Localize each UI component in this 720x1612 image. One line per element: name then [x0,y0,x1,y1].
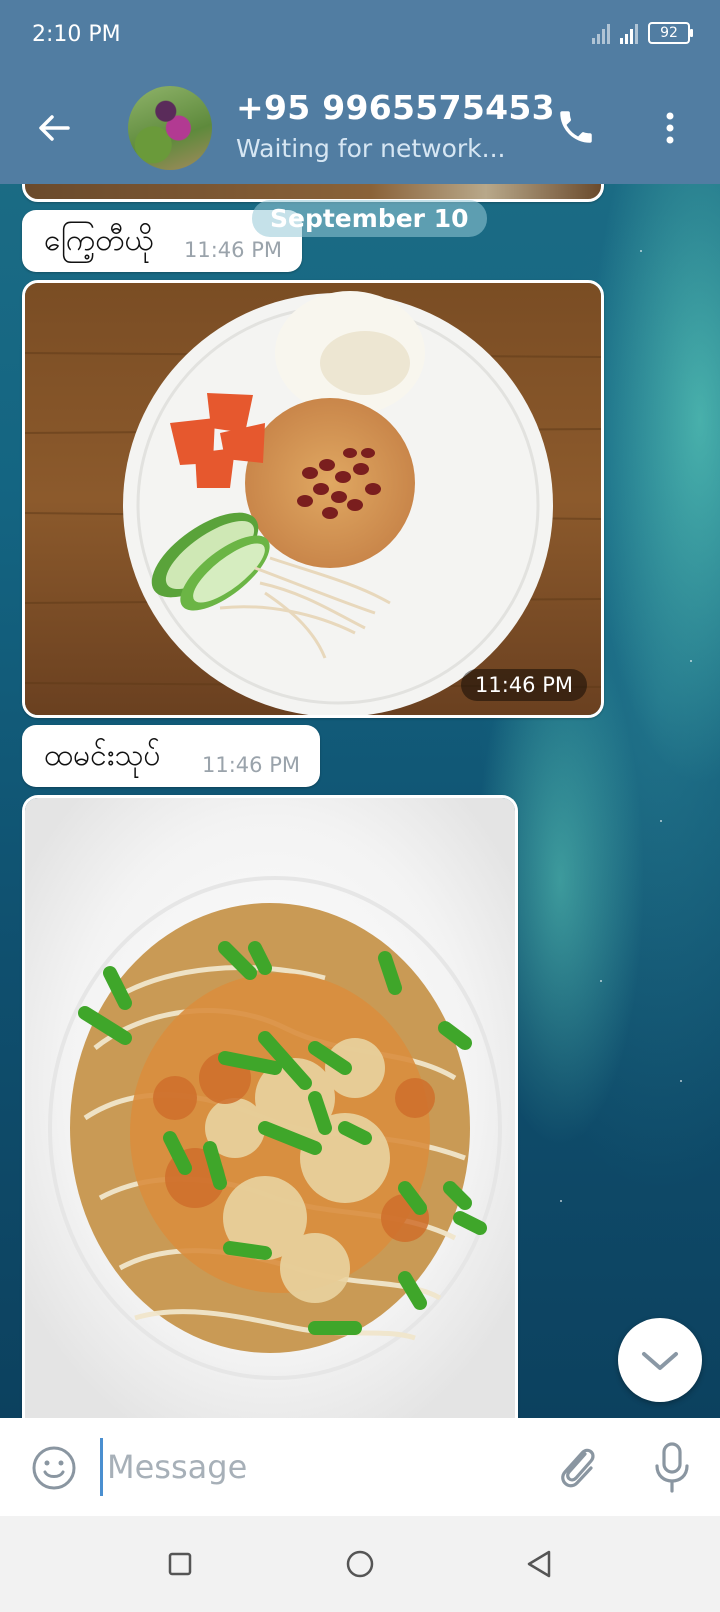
date-chip: September 10 [252,200,487,237]
microphone-icon[interactable] [652,1440,692,1494]
circle-icon[interactable] [346,1550,374,1578]
photo-message[interactable] [22,795,518,1435]
status-icons: 92 [592,22,693,44]
message-composer [0,1418,720,1516]
contact-status: Waiting for network... [236,134,506,163]
photo-time: 11:46 PM [461,669,587,701]
chevron-down-icon [642,1352,678,1370]
battery-icon: 92 [648,22,693,44]
noodle-dish-photo [25,798,515,1435]
triangle-back-icon[interactable] [525,1549,553,1579]
message-time: 11:46 PM [184,238,282,262]
contact-name[interactable]: +95 9965575453 [236,88,555,127]
more-vert-icon[interactable] [658,108,682,148]
scroll-to-bottom-button[interactable] [618,1318,702,1402]
phone-icon[interactable] [555,106,597,148]
message-input[interactable] [100,1438,530,1496]
message-text: ကြေ့တီယို [44,223,154,258]
rice-plate-photo [25,283,601,715]
square-icon[interactable] [168,1552,192,1576]
emoji-icon[interactable] [30,1444,78,1492]
message-text: ထမင်းသုပ် [44,738,161,773]
paperclip-icon[interactable] [555,1442,601,1492]
signal-icon [620,22,638,44]
photo-message[interactable]: 11:46 PM [22,280,604,718]
message-time: 11:46 PM [202,753,300,777]
status-time: 2:10 PM [32,22,121,47]
avatar[interactable] [128,86,212,170]
chat-header: 2:10 PM 92 +95 9965575453 Waiting for ne… [0,0,720,184]
message-bubble[interactable]: ထမင်းသုပ် 11:46 PM [22,725,320,787]
signal-icon [592,22,610,44]
back-arrow-icon[interactable] [34,108,74,148]
